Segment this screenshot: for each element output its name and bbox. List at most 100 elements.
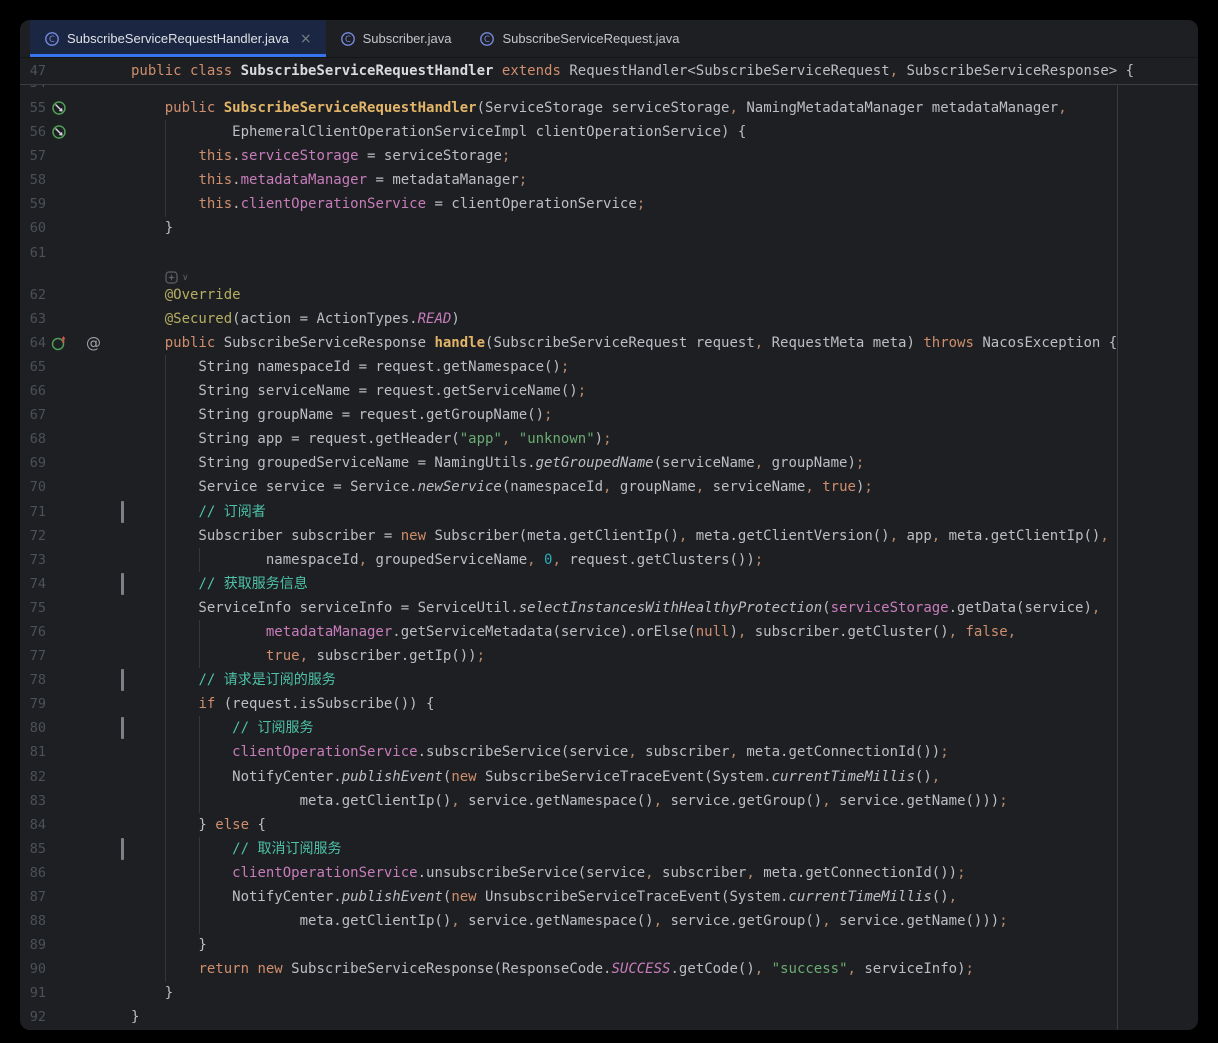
line-number: 91 [20, 981, 46, 1005]
vcs-change-marker[interactable] [121, 501, 124, 523]
code-line-61[interactable]: 61 [20, 241, 1198, 265]
line-number: 55 [20, 96, 46, 120]
code-text: // 获取服务信息 [131, 572, 1198, 596]
code-text: return new SubscribeServiceResponse(Resp… [131, 957, 1198, 981]
code-text: if (request.isSubscribe()) { [131, 692, 1198, 716]
code-line-65[interactable]: 65 String namespaceId = request.getNames… [20, 355, 1198, 379]
class-icon: C [479, 31, 495, 47]
code-line-78[interactable]: 78 // 请求是订阅的服务 [20, 668, 1198, 692]
vcs-change-marker[interactable] [121, 669, 124, 691]
at-annotation-icon[interactable]: @ [86, 331, 101, 355]
code-text: String groupedServiceName = NamingUtils.… [131, 451, 1198, 475]
tab-subscribeservicerequesthandler[interactable]: CSubscribeServiceRequestHandler.java× [30, 20, 326, 57]
code-text: // 请求是订阅的服务 [131, 668, 1198, 692]
code-text: EphemeralClientOperationServiceImpl clie… [131, 120, 1198, 144]
code-line-83[interactable]: 83 meta.getClientIp(), service.getNamesp… [20, 789, 1198, 813]
line-number: 57 [20, 144, 46, 168]
code-line-62[interactable]: 62 @Override [20, 283, 1198, 307]
line-number: 78 [20, 668, 46, 692]
code-text: @Secured(action = ActionTypes.READ) [131, 307, 1198, 331]
code-text: } [131, 216, 1198, 240]
code-lines: 55 public SubscribeServiceRequestHandler… [20, 96, 1198, 1030]
code-text: Subscriber subscriber = new Subscriber(m… [131, 524, 1198, 548]
code-line-75[interactable]: 75 ServiceInfo serviceInfo = ServiceUtil… [20, 596, 1198, 620]
code-line-76[interactable]: 76 metadataManager.getServiceMetadata(se… [20, 620, 1198, 644]
code-line-64[interactable]: 64 @ public SubscribeServiceResponse hand… [20, 331, 1198, 355]
code-text: this.metadataManager = metadataManager; [131, 168, 1198, 192]
code-line-74[interactable]: 74 // 获取服务信息 [20, 572, 1198, 596]
line-number: 85 [20, 837, 46, 861]
code-line-60[interactable]: 60 } [20, 216, 1198, 240]
code-text: public SubscribeServiceResponse handle(S… [131, 331, 1198, 355]
line-number: 64 [20, 331, 46, 355]
line-number: 62 [20, 283, 46, 307]
right-margin-guide [1117, 84, 1118, 1030]
line-number: 82 [20, 765, 46, 789]
code-editor[interactable]: 55 public SubscribeServiceRequestHandler… [20, 96, 1198, 1030]
code-line-73[interactable]: 73 namespaceId, groupedServiceName, 0, r… [20, 548, 1198, 572]
line-number: 65 [20, 355, 46, 379]
clipped-line-number: 54 [20, 85, 46, 95]
code-line-56[interactable]: 56 EphemeralClientOperationServiceImpl c… [20, 120, 1198, 144]
code-line-63[interactable]: 63 @Secured(action = ActionTypes.READ) [20, 307, 1198, 331]
overrides-icon[interactable] [51, 334, 68, 351]
line-number: 67 [20, 403, 46, 427]
close-icon[interactable]: × [300, 32, 312, 46]
line-number: 80 [20, 716, 46, 740]
sticky-line-code: public class SubscribeServiceRequestHand… [131, 63, 1198, 79]
svg-text:C: C [485, 35, 491, 45]
vcs-change-marker[interactable] [121, 573, 124, 595]
vcs-change-marker[interactable] [121, 838, 124, 860]
code-line-88[interactable]: 88 meta.getClientIp(), service.getNamesp… [20, 909, 1198, 933]
code-text: } [131, 981, 1198, 1005]
tab-label: SubscribeServiceRequest.java [502, 31, 679, 46]
vcs-change-marker[interactable] [121, 717, 124, 739]
sticky-header-line[interactable]: 47 public class SubscribeServiceRequestH… [20, 58, 1198, 85]
code-line-92[interactable]: 92} [20, 1005, 1198, 1029]
line-number: 75 [20, 596, 46, 620]
code-line-80[interactable]: 80 // 订阅服务 [20, 716, 1198, 740]
code-line-90[interactable]: 90 return new SubscribeServiceResponse(R… [20, 957, 1198, 981]
code-line-72[interactable]: 72 Subscriber subscriber = new Subscribe… [20, 524, 1198, 548]
line-number: 71 [20, 500, 46, 524]
code-line-58[interactable]: 58 this.metadataManager = metadataManage… [20, 168, 1198, 192]
code-text: } [131, 1005, 1198, 1029]
code-line-70[interactable]: 70 Service service = Service.newService(… [20, 475, 1198, 499]
tab-label: Subscriber.java [363, 31, 452, 46]
code-line-69[interactable]: 69 String groupedServiceName = NamingUti… [20, 451, 1198, 475]
code-line-67[interactable]: 67 String groupName = request.getGroupNa… [20, 403, 1198, 427]
code-text: // 订阅者 [131, 500, 1198, 524]
code-line-91[interactable]: 91 } [20, 981, 1198, 1005]
line-number: 81 [20, 740, 46, 764]
tab-subscriber[interactable]: CSubscriber.java [326, 20, 466, 57]
navigate-arrow-icon[interactable] [51, 124, 68, 141]
code-text: namespaceId, groupedServiceName, 0, requ… [131, 548, 1198, 572]
line-number: 58 [20, 168, 46, 192]
code-line-66[interactable]: 66 String serviceName = request.getServi… [20, 379, 1198, 403]
navigate-arrow-icon[interactable] [51, 100, 68, 117]
code-text: meta.getClientIp(), service.getNamespace… [131, 789, 1198, 813]
code-line-68[interactable]: 68 String app = request.getHeader("app",… [20, 427, 1198, 451]
line-number: 61 [20, 241, 46, 265]
code-line-81[interactable]: 81 clientOperationService.subscribeServi… [20, 740, 1198, 764]
code-text: public SubscribeServiceRequestHandler(Se… [131, 96, 1198, 120]
code-line-85[interactable]: 85 // 取消订阅服务 [20, 837, 1198, 861]
code-line-59[interactable]: 59 this.clientOperationService = clientO… [20, 192, 1198, 216]
code-text: this.serviceStorage = serviceStorage; [131, 144, 1198, 168]
tab-subscribeservicerequest[interactable]: C SubscribeServiceRequest.java [465, 20, 693, 57]
line-number: 56 [20, 120, 46, 144]
code-line-87[interactable]: 87 NotifyCenter.publishEvent(new Unsubsc… [20, 885, 1198, 909]
code-line-71[interactable]: 71 // 订阅者 [20, 500, 1198, 524]
code-line-57[interactable]: 57 this.serviceStorage = serviceStorage; [20, 144, 1198, 168]
line-number: 59 [20, 192, 46, 216]
line-number: 66 [20, 379, 46, 403]
code-line-79[interactable]: 79 if (request.isSubscribe()) { [20, 692, 1198, 716]
code-line-82[interactable]: 82 NotifyCenter.publishEvent(new Subscri… [20, 765, 1198, 789]
code-line-77[interactable]: 77 true, subscriber.getIp()); [20, 644, 1198, 668]
line-number: 73 [20, 548, 46, 572]
code-line-86[interactable]: 86 clientOperationService.unsubscribeSer… [20, 861, 1198, 885]
code-line-89[interactable]: 89 } [20, 933, 1198, 957]
code-line-84[interactable]: 84 } else { [20, 813, 1198, 837]
code-text: String groupName = request.getGroupName(… [131, 403, 1198, 427]
code-line-55[interactable]: 55 public SubscribeServiceRequestHandler… [20, 96, 1198, 120]
